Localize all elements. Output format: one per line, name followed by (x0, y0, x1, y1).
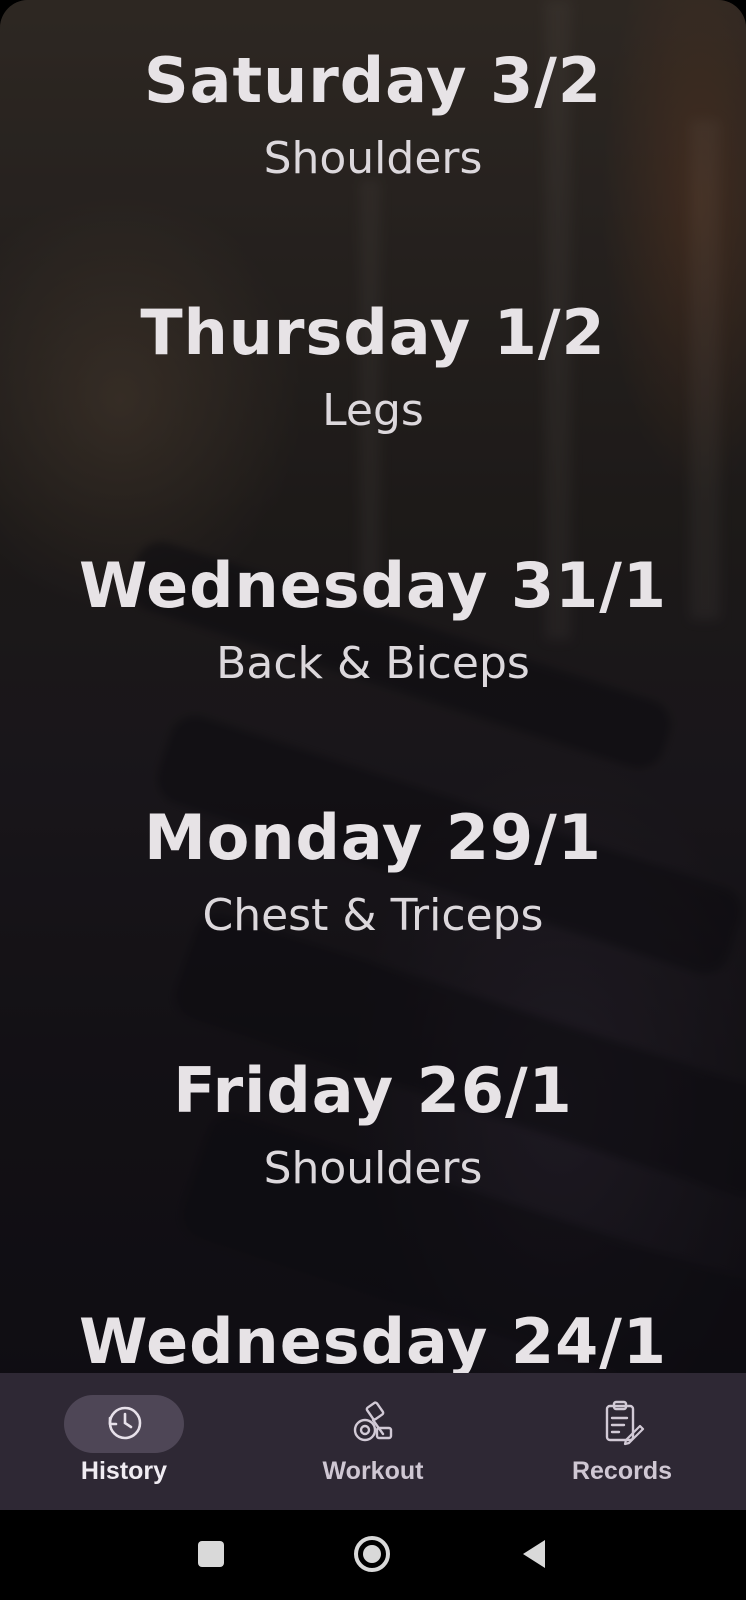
history-muscle-group: Shoulders (263, 133, 483, 184)
history-icon (102, 1400, 146, 1448)
history-muscle-group: Legs (322, 385, 424, 436)
history-item[interactable]: Thursday 1/2 Legs (0, 297, 746, 439)
history-muscle-group: Chest & Triceps (202, 890, 544, 941)
nav-label-records: Records (571, 1457, 673, 1485)
nav-active-indicator (64, 1395, 184, 1453)
home-icon[interactable] (346, 1528, 398, 1580)
history-muscle-group: Back & Biceps (216, 638, 530, 689)
clipboard-icon (598, 1398, 646, 1450)
history-day: Friday 26/1 (173, 1054, 573, 1127)
history-item[interactable]: Friday 26/1 Shoulders (0, 1055, 746, 1197)
nav-icon-container (313, 1395, 433, 1453)
dumbbell-icon (349, 1398, 397, 1450)
recents-icon[interactable] (185, 1528, 237, 1580)
history-day: Thursday 1/2 (140, 296, 606, 369)
app-screen: Saturday 3/2 Shoulders Thursday 1/2 Legs… (0, 0, 746, 1510)
history-item[interactable]: Monday 29/1 Chest & Triceps (0, 802, 746, 944)
history-day: Wednesday 24/1 (78, 1305, 668, 1374)
system-navigation-bar (0, 1510, 746, 1600)
history-item[interactable]: Saturday 3/2 Shoulders (0, 45, 746, 187)
history-day: Wednesday 31/1 (78, 549, 668, 622)
back-icon[interactable] (508, 1528, 560, 1580)
bottom-navigation: History Workout Records (0, 1373, 746, 1510)
nav-item-workout[interactable]: Workout (249, 1373, 497, 1510)
history-item[interactable]: Wednesday 31/1 Back & Biceps (0, 550, 746, 692)
history-item[interactable]: Wednesday 24/1 (0, 1305, 746, 1374)
history-list[interactable]: Saturday 3/2 Shoulders Thursday 1/2 Legs… (0, 0, 746, 1374)
nav-label-workout: Workout (322, 1457, 424, 1485)
nav-item-history[interactable]: History (0, 1373, 248, 1510)
nav-item-records[interactable]: Records (498, 1373, 746, 1510)
nav-label-history: History (80, 1457, 168, 1485)
nav-icon-container (562, 1395, 682, 1453)
history-muscle-group: Shoulders (263, 1143, 483, 1194)
history-day: Saturday 3/2 (143, 44, 603, 117)
history-day: Monday 29/1 (144, 801, 602, 874)
